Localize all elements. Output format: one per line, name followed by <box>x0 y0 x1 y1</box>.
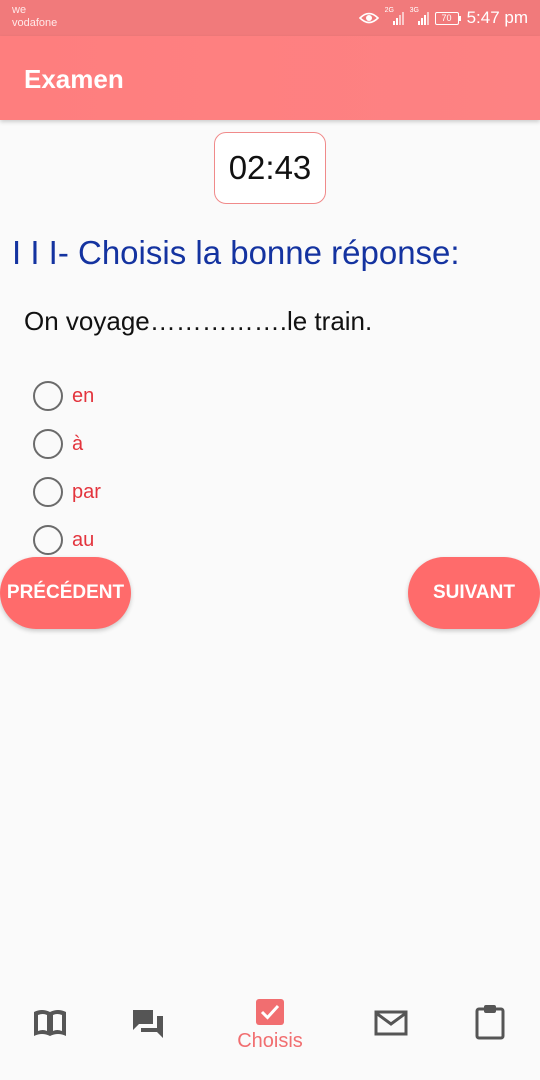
nav-item-book[interactable] <box>10 1008 90 1078</box>
countdown-timer: 02:43 <box>214 132 326 204</box>
nav-item-chat[interactable] <box>108 1008 188 1078</box>
radio-button[interactable] <box>33 381 63 411</box>
signal-icon: 3G <box>410 7 429 25</box>
nav-item-mail[interactable] <box>351 1010 431 1080</box>
chat-icon <box>133 1010 163 1038</box>
option-en[interactable]: en <box>33 372 101 420</box>
page-title: Examen <box>24 64 124 94</box>
status-bar: we vodafone 2G 3G 70 5:47 pm <box>0 0 540 36</box>
book-icon <box>34 1010 66 1036</box>
next-button[interactable]: SUIVANT <box>408 557 540 629</box>
mail-icon <box>374 1010 408 1036</box>
carrier-label: we vodafone <box>12 4 57 30</box>
app-bar: Examen <box>0 36 540 120</box>
bottom-navigation: Choisis <box>0 990 540 1080</box>
signal-icon: 2G <box>385 7 404 25</box>
option-label: au <box>72 528 95 551</box>
battery-level: 70 <box>434 11 459 25</box>
answer-options: en à par au <box>33 372 101 564</box>
carrier-line-2: vodafone <box>12 17 58 29</box>
radio-button[interactable] <box>33 525 63 555</box>
sim1-label: 2G <box>384 7 394 14</box>
checkbox-icon <box>256 999 284 1025</box>
status-icons: 2G 3G 70 5:47 pm <box>358 6 528 30</box>
eye-icon <box>358 12 379 24</box>
section-title: I I I- Choisis la bonne réponse: <box>12 234 460 271</box>
question-text: On voyage…………….le train. <box>24 306 373 336</box>
nav-item-choisis[interactable]: Choisis <box>230 998 310 1068</box>
option-label: en <box>72 384 95 407</box>
clipboard-icon <box>475 1005 505 1040</box>
option-par[interactable]: par <box>33 468 101 516</box>
sim2-label: 3G <box>409 7 419 14</box>
radio-button[interactable] <box>33 429 63 459</box>
option-label: à <box>72 432 84 455</box>
clock: 5:47 pm <box>466 8 528 27</box>
carrier-line-1: we <box>12 4 27 16</box>
option-label: par <box>72 480 101 503</box>
battery-icon: 70 <box>434 11 461 25</box>
radio-button[interactable] <box>33 477 63 507</box>
previous-button[interactable]: PRÉCÉDENT <box>0 557 131 629</box>
nav-item-clipboard[interactable] <box>450 1004 530 1074</box>
option-a[interactable]: à <box>33 420 101 468</box>
nav-label: Choisis <box>237 1030 303 1052</box>
